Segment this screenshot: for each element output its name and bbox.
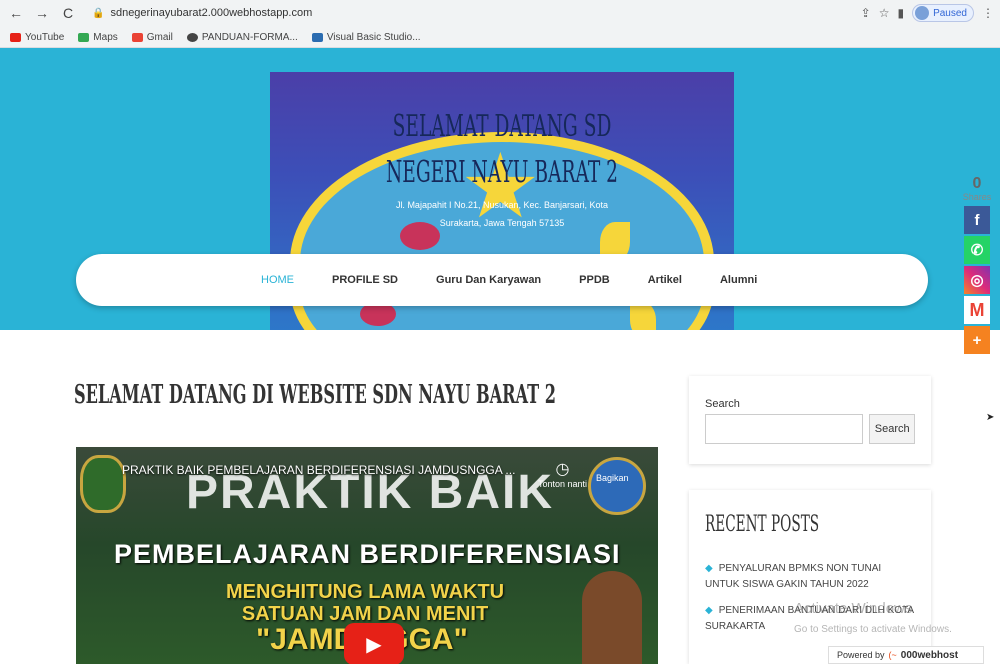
share-count: 0	[972, 175, 982, 192]
menu-alumni[interactable]: Alumni	[720, 274, 757, 286]
whatsapp-icon[interactable]: ✆	[964, 236, 990, 264]
activate-windows-subtitle: Go to Settings to activate Windows.	[794, 624, 952, 635]
list-item[interactable]: ◆ PENYALURAN BPMKS NON TUNAI UNTUK SISWA …	[705, 561, 915, 593]
more-share-icon[interactable]: +	[964, 326, 990, 354]
search-label: Search	[705, 398, 740, 410]
recent-posts-title: RECENT POSTS	[705, 512, 820, 537]
watch-later-button[interactable]: ◷ Tonton nanti	[538, 459, 587, 489]
site-title[interactable]: SELAMAT DATANG SD NEGERI NAYU BARAT 2	[358, 104, 646, 196]
lock-icon: 🔒	[92, 7, 105, 19]
share-label: Shares	[962, 192, 992, 202]
kebab-menu-icon[interactable]: ⋮	[982, 6, 994, 20]
address-bar[interactable]: 🔒 sdnegerinayubarat2.000webhostapp.com	[92, 3, 872, 23]
bookmark-maps[interactable]: Maps	[78, 32, 118, 43]
youtube-play-icon[interactable]: ▶	[344, 623, 404, 664]
bookmark-star-icon[interactable]: ☆	[879, 6, 890, 20]
activate-windows-title: Activate Windows	[794, 600, 913, 617]
menu-home[interactable]: HOME	[261, 274, 294, 286]
tag-icon: ◆	[705, 605, 713, 616]
youtube-icon	[10, 32, 21, 42]
tag-icon: ◆	[705, 563, 713, 574]
social-share-bar: 0 Shares f ✆ ◎ M +	[962, 176, 992, 356]
video-subtitle: PEMBELAJARAN BERDIFERENSIASI	[114, 539, 621, 569]
city-logo-icon	[588, 457, 646, 515]
menu-profile-sd[interactable]: PROFILE SD	[332, 274, 398, 286]
video-caption: MENGHITUNG LAMA WAKTU SATUAN JAM DAN MEN…	[226, 581, 505, 625]
globe-icon	[186, 32, 198, 42]
url-text: sdnegerinayubarat2.000webhostapp.com	[110, 7, 313, 19]
embedded-video[interactable]: PRAKTIK BAIK PRAKTIK BAIK PEMBELAJARAN B…	[76, 447, 658, 664]
site-address: Jl. Majapahit I No.21, Nusukan, Kec. Ban…	[395, 200, 609, 228]
video-title[interactable]: PRAKTIK BAIK PEMBELAJARAN BERDIFERENSIAS…	[122, 463, 515, 477]
gmail-share-icon[interactable]: M	[964, 296, 990, 324]
sidepanel-icon[interactable]: ▮	[897, 6, 904, 20]
clock-icon: ◷	[555, 461, 570, 478]
visual-basic-icon	[311, 32, 323, 42]
bookmarks-bar: YouTube Maps Gmail PANDUAN-FORMA... Visu…	[0, 26, 1000, 48]
video-share-button[interactable]: Bagikan	[596, 473, 629, 483]
recent-posts-widget: RECENT POSTS ◆ PENYALURAN BPMKS NON TUNAI…	[689, 490, 931, 664]
page-title: SELAMAT DATANG DI WEBSITE SDN NAYU BARAT…	[74, 380, 556, 410]
bookmark-gmail[interactable]: Gmail	[131, 32, 173, 43]
search-input[interactable]	[705, 414, 864, 444]
menu-ppdb[interactable]: PPDB	[579, 274, 610, 286]
cursor-icon: ➤	[986, 412, 995, 423]
powered-by-badge[interactable]: Powered by (~ 000webhost	[828, 646, 984, 664]
leaf-decoration	[630, 302, 656, 330]
000webhost-logo-icon: (~	[888, 650, 897, 660]
search-widget: Search Search	[689, 376, 931, 464]
instagram-icon[interactable]: ◎	[964, 266, 990, 294]
browser-actions: ⇪ ☆ ▮ Paused ⋮	[861, 3, 994, 23]
main-menu: HOME PROFILE SD Guru Dan Karyawan PPDB A…	[76, 254, 928, 306]
profile-button[interactable]: Paused	[912, 4, 974, 22]
search-button[interactable]: Search	[869, 414, 915, 444]
school-logo-icon	[80, 455, 126, 513]
facebook-icon[interactable]: f	[964, 206, 990, 234]
browser-chrome: ← → C 🔒 sdnegerinayubarat2.000webhostapp…	[0, 0, 1000, 48]
forward-arrow-icon[interactable]: →	[32, 3, 52, 23]
maps-icon	[78, 32, 90, 42]
reload-icon[interactable]: C	[58, 3, 78, 23]
gmail-icon	[131, 32, 143, 42]
menu-guru-dan-karyawan[interactable]: Guru Dan Karyawan	[436, 274, 541, 286]
avatar	[915, 6, 930, 20]
bookmark-youtube[interactable]: YouTube	[10, 32, 64, 43]
presenter-image	[582, 571, 642, 664]
back-arrow-icon[interactable]: ←	[6, 3, 26, 23]
bookmark-panduan[interactable]: PANDUAN-FORMA...	[186, 32, 298, 43]
bookmark-visual-basic[interactable]: Visual Basic Studio...	[311, 32, 421, 43]
share-page-icon[interactable]: ⇪	[861, 6, 871, 20]
menu-artikel[interactable]: Artikel	[648, 274, 682, 286]
